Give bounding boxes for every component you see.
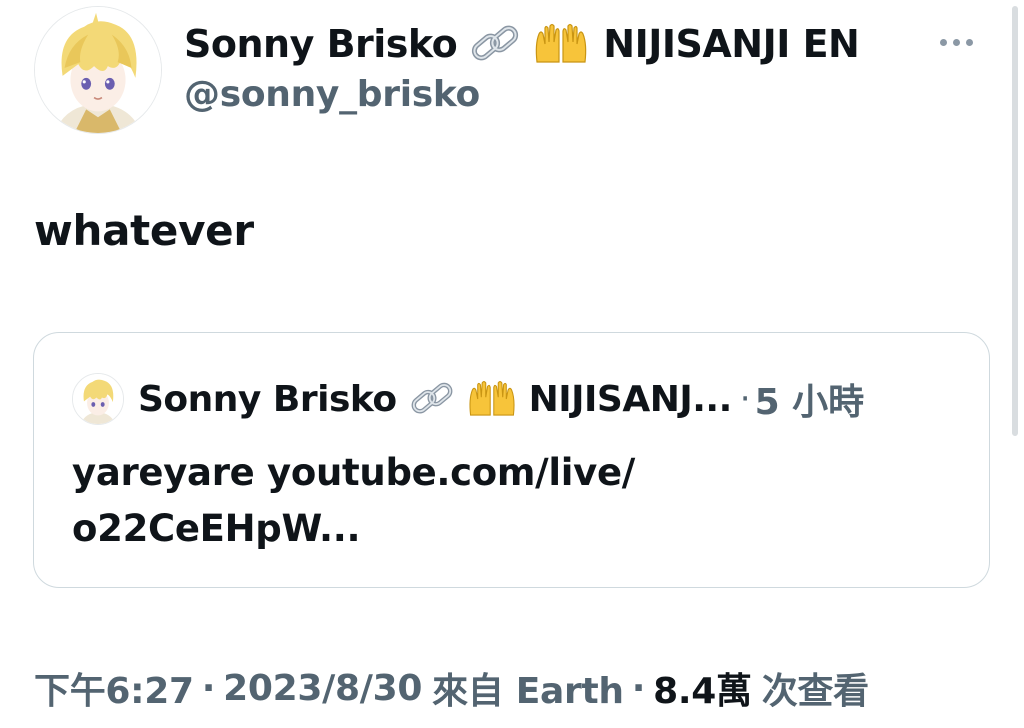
- tweet-source: 來自 Earth: [432, 671, 624, 712]
- more-options-button[interactable]: [932, 30, 980, 54]
- quoted-tweet-card[interactable]: Sonny Brisko NIJISANJ... · 5 小時 yareyare…: [33, 332, 990, 588]
- quoted-text-line: yareyare youtube.com/live/: [72, 451, 635, 494]
- tweet-time[interactable]: 下午6:27: [34, 662, 194, 714]
- author-display-name[interactable]: Sonny Brisko: [184, 22, 458, 66]
- tweet-detail-page: Sonny Brisko NIJISANJI EN @sonny_brisko: [0, 0, 1024, 728]
- quoted-author-name: Sonny Brisko: [138, 378, 397, 420]
- views-count[interactable]: 8.4萬: [653, 662, 752, 714]
- palms-up-emoji-icon: [533, 22, 589, 66]
- tweet-date[interactable]: 2023/8/30: [223, 668, 422, 709]
- scrollbar[interactable]: [1012, 6, 1018, 436]
- meta-separator: ·: [201, 667, 216, 709]
- tweet-text: whatever: [34, 206, 254, 255]
- quoted-timestamp: 5 小時: [754, 382, 865, 423]
- quoted-text-line: o22CeEHpW...: [72, 507, 361, 550]
- anime-avatar-blonde-icon: [35, 7, 161, 133]
- link-emoji-icon: [409, 379, 455, 419]
- tweet-meta: 下午6:27 · 2023/8/30 來自 Earth · 8.4萬 次查看: [34, 660, 869, 716]
- more-dot-icon: [939, 38, 947, 46]
- author-affiliation: NIJISANJI EN: [603, 22, 860, 66]
- meta-separator: ·: [631, 667, 646, 709]
- palms-up-emoji-icon: [467, 379, 517, 419]
- quoted-tweet-text: yareyare youtube.com/live/ o22CeEHpW...: [72, 445, 952, 557]
- author-avatar[interactable]: [34, 6, 162, 134]
- author-handle[interactable]: @sonny_brisko: [184, 74, 480, 115]
- more-dot-icon: [952, 38, 960, 46]
- anime-avatar-blonde-icon: [73, 374, 123, 424]
- link-emoji-icon: [469, 22, 521, 66]
- quoted-author-avatar: [72, 373, 124, 425]
- views-label[interactable]: 次查看: [762, 662, 869, 714]
- author-name-row[interactable]: Sonny Brisko NIJISANJI EN: [184, 16, 860, 72]
- quoted-separator: ·: [739, 379, 751, 419]
- more-dot-icon: [965, 38, 973, 46]
- quoted-tweet-header: Sonny Brisko NIJISANJ... · 5 小時: [72, 373, 864, 425]
- quoted-author-affiliation: NIJISANJ...: [528, 378, 733, 420]
